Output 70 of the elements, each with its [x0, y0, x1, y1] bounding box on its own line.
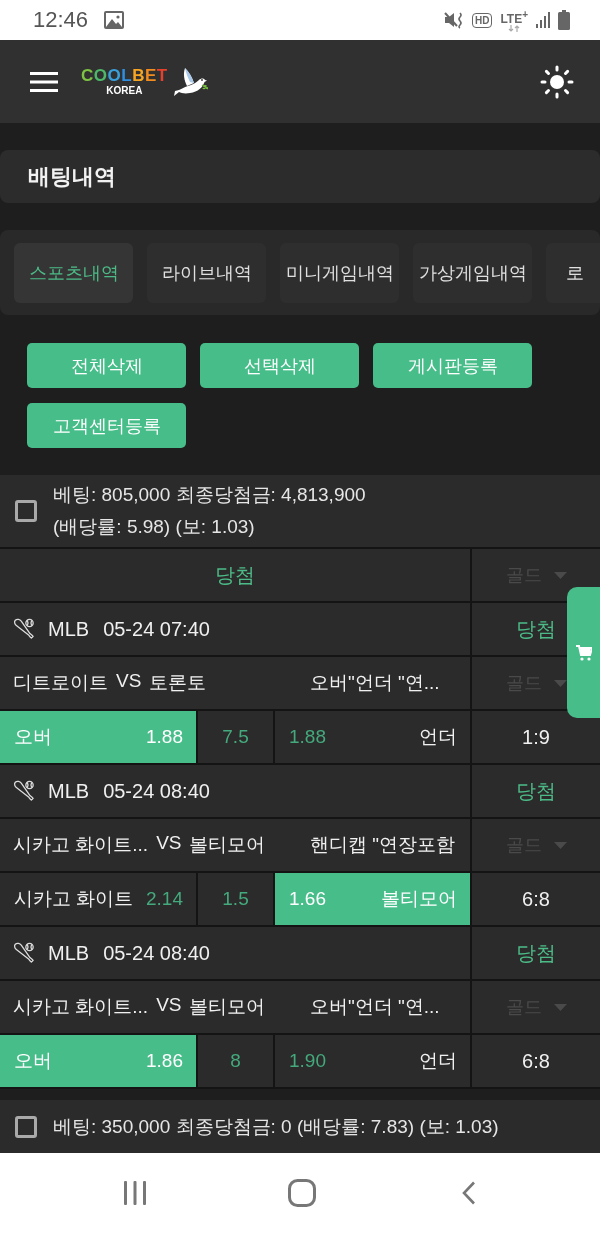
- hd-indicator: HD: [471, 12, 493, 28]
- match-score: 6:8: [472, 873, 600, 925]
- match-score: 1:9: [472, 711, 600, 763]
- select-checkbox[interactable]: [15, 500, 37, 522]
- bet-summary-text: 베팅: 805,000 최종당첨금: 4,813,900 (배당률: 5.98) (보: 1.03): [53, 483, 366, 539]
- image-icon: [104, 11, 125, 29]
- odds-button[interactable]: 1.66 볼티모어: [275, 873, 470, 925]
- match-time: 05-24 08:40: [103, 941, 210, 965]
- odds-button[interactable]: 시카고 화이트 2.14: [0, 873, 196, 925]
- menu-icon: [30, 71, 58, 92]
- odds-button[interactable]: 오버 1.88: [0, 711, 196, 763]
- signal-icon: [536, 12, 550, 28]
- odds-button[interactable]: 1.88 언더: [275, 711, 470, 763]
- odds-button[interactable]: 1.90 언더: [275, 1035, 470, 1087]
- cart-icon: [575, 644, 592, 661]
- game-result: 당첨: [472, 927, 600, 979]
- status-time: 12:46: [33, 7, 89, 33]
- home-icon: [287, 1179, 316, 1207]
- league-name: MLB: [48, 941, 90, 965]
- logo-text: COOLBET: [81, 67, 168, 85]
- away-team: 볼티모어: [189, 995, 266, 1019]
- match-time: 05-24 08:40: [103, 779, 210, 803]
- action-button[interactable]: 게시판등록: [373, 343, 532, 388]
- tab[interactable]: 라이브내역: [147, 242, 266, 303]
- bet-summary-text: 베팅: 350,000 최종당첨금: 0 (배당률: 7.83) (보: 1.03): [53, 1114, 499, 1139]
- logo-subtext: KOREA: [106, 85, 143, 96]
- odds-button[interactable]: 오버 1.86: [0, 1035, 196, 1087]
- data-activity-icon: [508, 24, 521, 32]
- match-time: 05-24 07:40: [103, 617, 210, 641]
- page-title: 배팅내역: [28, 162, 116, 191]
- home-team: 시카고 화이트...: [13, 995, 149, 1019]
- action-button[interactable]: 전체삭제: [27, 343, 186, 388]
- caret-icon: [553, 1003, 567, 1011]
- market-name: 핸디캡 "연장포함: [310, 833, 456, 857]
- tab[interactable]: 스포츠내역: [14, 242, 133, 303]
- league-name: MLB: [48, 779, 90, 803]
- tab[interactable]: 가상게임내역: [413, 242, 532, 303]
- caret-icon: [553, 841, 567, 849]
- baseball-bat-icon: [13, 780, 35, 802]
- league-name: MLB: [48, 617, 90, 641]
- vs-label: VS: [116, 670, 142, 693]
- network-type: LTE$^{+}$: [500, 8, 528, 25]
- home-team: 디트로이트: [13, 671, 108, 695]
- menu-button[interactable]: [30, 71, 58, 92]
- back-icon: [461, 1181, 476, 1205]
- mute-icon: [443, 11, 464, 29]
- bet-result: 당첨: [0, 549, 470, 601]
- caret-icon: [553, 571, 567, 579]
- market-name: 오버"언더 "연...: [310, 995, 440, 1019]
- away-team: 토론토: [149, 671, 207, 695]
- action-button[interactable]: 선택삭제: [200, 343, 359, 388]
- battery-icon: [558, 10, 570, 30]
- tab[interactable]: 미니게임내역: [280, 242, 399, 303]
- home-team: 시카고 화이트...: [13, 833, 149, 857]
- vs-label: VS: [156, 832, 182, 855]
- match-score: 6:8: [472, 1035, 600, 1087]
- action-button[interactable]: 고객센터등록: [27, 403, 186, 448]
- away-team: 볼티모어: [189, 833, 266, 857]
- tab[interactable]: 로: [546, 242, 600, 303]
- caret-icon: [553, 679, 567, 687]
- market-name: 오버"언더 "연...: [310, 671, 440, 695]
- select-checkbox[interactable]: [15, 1115, 37, 1138]
- dove-icon: [171, 66, 208, 97]
- baseball-bat-icon: [13, 618, 35, 640]
- theme-toggle-button[interactable]: [540, 64, 574, 99]
- vs-label: VS: [156, 994, 182, 1017]
- sun-icon: [540, 64, 574, 99]
- game-result: 당첨: [472, 765, 600, 817]
- recent-apps-icon: [122, 1181, 147, 1205]
- baseball-bat-icon: [13, 942, 35, 964]
